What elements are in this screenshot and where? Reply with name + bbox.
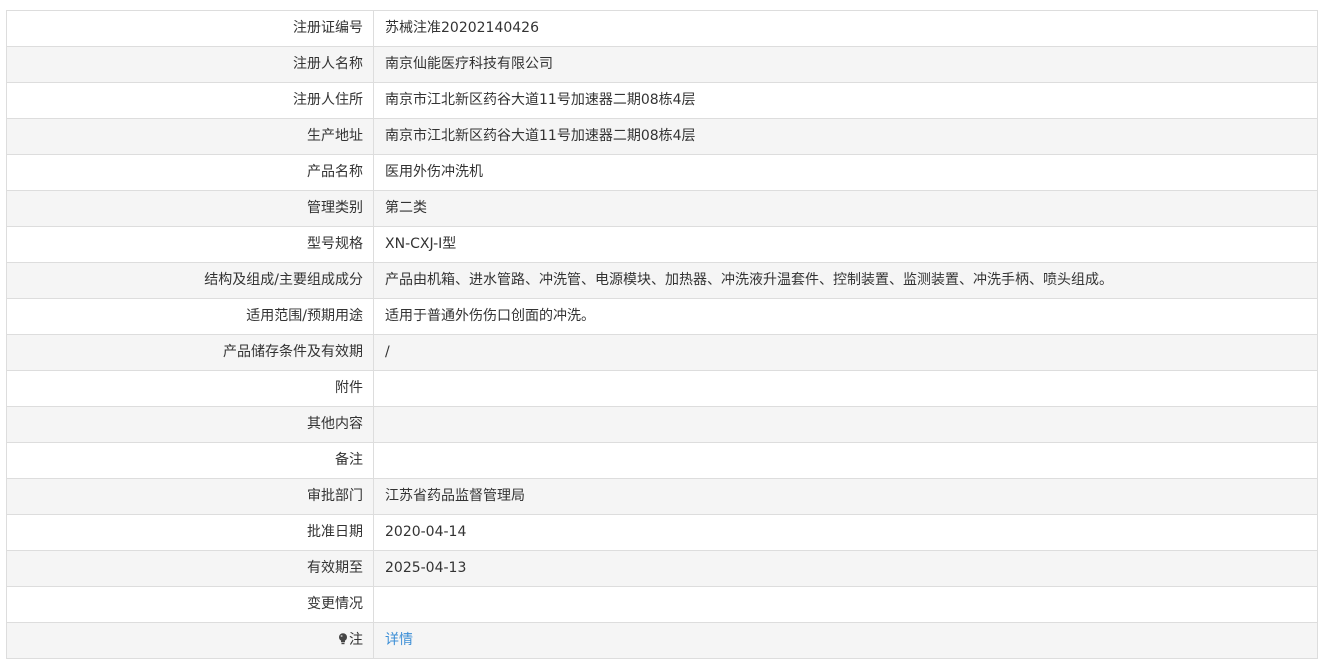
note-label: 注 xyxy=(349,632,363,648)
field-value-valid-until: 2025-04-13 xyxy=(373,550,1318,587)
table-row: 附件 xyxy=(6,370,1318,407)
table-row: 变更情况 xyxy=(6,586,1318,623)
table-row: 管理类别 第二类 xyxy=(6,190,1318,227)
table-row: 备注 xyxy=(6,442,1318,479)
table-row: 有效期至 2025-04-13 xyxy=(6,550,1318,587)
field-label-product-name: 产品名称 xyxy=(6,154,374,191)
field-label-registrant-name: 注册人名称 xyxy=(6,46,374,83)
field-label-other-content: 其他内容 xyxy=(6,406,374,443)
field-label-remarks: 备注 xyxy=(6,442,374,479)
field-value-approval-date: 2020-04-14 xyxy=(373,514,1318,551)
field-label-attachments: 附件 xyxy=(6,370,374,407)
field-value-approval-department: 江苏省药品监督管理局 xyxy=(373,478,1318,515)
field-value-management-category: 第二类 xyxy=(373,190,1318,227)
field-label-approval-date: 批准日期 xyxy=(6,514,374,551)
field-label-note: 注 xyxy=(6,622,374,659)
field-value-registrant-name: 南京仙能医疗科技有限公司 xyxy=(373,46,1318,83)
table-row: 注 详情 xyxy=(6,622,1318,659)
table-row: 注册人名称 南京仙能医疗科技有限公司 xyxy=(6,46,1318,83)
table-row: 其他内容 xyxy=(6,406,1318,443)
field-label-intended-use: 适用范围/预期用途 xyxy=(6,298,374,335)
table-row: 适用范围/预期用途 适用于普通外伤伤口创面的冲洗。 xyxy=(6,298,1318,335)
field-label-storage-validity: 产品储存条件及有效期 xyxy=(6,334,374,371)
table-row: 注册证编号 苏械注准20202140426 xyxy=(6,10,1318,47)
table-row: 产品名称 医用外伤冲洗机 xyxy=(6,154,1318,191)
field-value-remarks xyxy=(373,442,1318,479)
field-label-registrant-address: 注册人住所 xyxy=(6,82,374,119)
field-value-change-status xyxy=(373,586,1318,623)
field-label-registration-number: 注册证编号 xyxy=(6,10,374,47)
field-label-valid-until: 有效期至 xyxy=(6,550,374,587)
details-link[interactable]: 详情 xyxy=(385,632,413,648)
field-value-registrant-address: 南京市江北新区药谷大道11号加速器二期08栋4层 xyxy=(373,82,1318,119)
field-value-product-name: 医用外伤冲洗机 xyxy=(373,154,1318,191)
field-value-model-spec: XN-CXJ-I型 xyxy=(373,226,1318,263)
field-value-registration-number: 苏械注准20202140426 xyxy=(373,10,1318,47)
field-label-structure-composition: 结构及组成/主要组成成分 xyxy=(6,262,374,299)
field-label-production-address: 生产地址 xyxy=(6,118,374,155)
table-row: 型号规格 XN-CXJ-I型 xyxy=(6,226,1318,263)
field-label-management-category: 管理类别 xyxy=(6,190,374,227)
table-row: 批准日期 2020-04-14 xyxy=(6,514,1318,551)
field-value-note: 详情 xyxy=(373,622,1318,659)
field-label-change-status: 变更情况 xyxy=(6,586,374,623)
table-row: 审批部门 江苏省药品监督管理局 xyxy=(6,478,1318,515)
field-value-production-address: 南京市江北新区药谷大道11号加速器二期08栋4层 xyxy=(373,118,1318,155)
field-label-approval-department: 审批部门 xyxy=(6,478,374,515)
table-row: 产品储存条件及有效期 / xyxy=(6,334,1318,371)
field-label-model-spec: 型号规格 xyxy=(6,226,374,263)
lightbulb-icon xyxy=(338,624,348,645)
table-row: 生产地址 南京市江北新区药谷大道11号加速器二期08栋4层 xyxy=(6,118,1318,155)
registration-info-table: 注册证编号 苏械注准20202140426 注册人名称 南京仙能医疗科技有限公司… xyxy=(6,10,1318,659)
table-row: 注册人住所 南京市江北新区药谷大道11号加速器二期08栋4层 xyxy=(6,82,1318,119)
field-value-storage-validity: / xyxy=(373,334,1318,371)
field-value-other-content xyxy=(373,406,1318,443)
table-row: 结构及组成/主要组成成分 产品由机箱、进水管路、冲洗管、电源模块、加热器、冲洗液… xyxy=(6,262,1318,299)
field-value-structure-composition: 产品由机箱、进水管路、冲洗管、电源模块、加热器、冲洗液升温套件、控制装置、监测装… xyxy=(373,262,1318,299)
field-value-attachments xyxy=(373,370,1318,407)
field-value-intended-use: 适用于普通外伤伤口创面的冲洗。 xyxy=(373,298,1318,335)
